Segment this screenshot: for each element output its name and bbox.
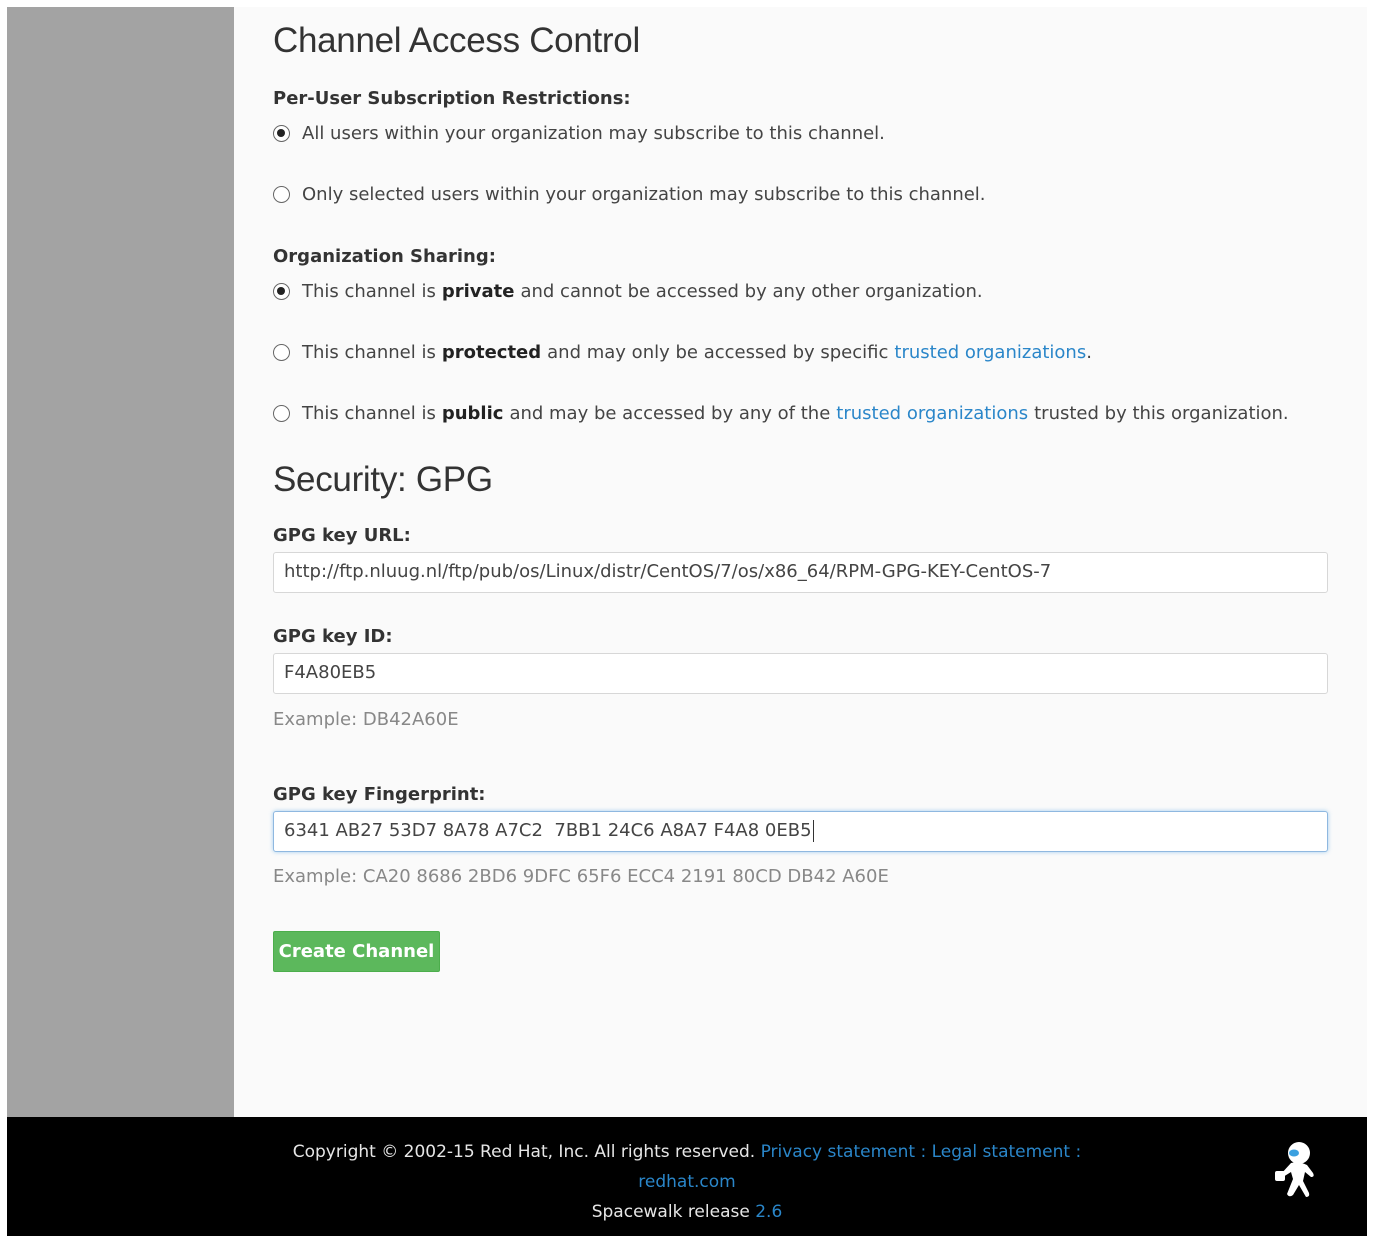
text-caret <box>812 820 814 842</box>
radio-public-suffix: trusted by this organization. <box>1034 403 1289 424</box>
radio-private-control[interactable] <box>273 283 290 300</box>
radio-protected-prefix: This channel is <box>302 342 436 363</box>
gpg-key-id-hint: Example: DB42A60E <box>273 709 459 730</box>
radio-public-control[interactable] <box>273 405 290 422</box>
create-channel-button[interactable]: Create Channel <box>273 931 440 972</box>
privacy-statement-link[interactable]: Privacy statement <box>761 1142 915 1162</box>
redhat-link[interactable]: redhat.com <box>638 1172 735 1192</box>
release-version-link[interactable]: 2.6 <box>755 1202 782 1222</box>
section-title-security: Security: GPG <box>273 460 493 499</box>
gpg-key-url-label: GPG key URL: <box>273 525 411 546</box>
gpg-fingerprint-hint: Example: CA20 8686 2BD6 9DFC 65F6 ECC4 2… <box>273 866 889 887</box>
radio-private-suffix: and cannot be accessed by any other orga… <box>520 281 983 302</box>
footer-separator: : <box>920 1142 927 1162</box>
radio-private-bold: private <box>441 281 515 302</box>
footer-copyright-line: Copyright © 2002-15 Red Hat, Inc. All ri… <box>7 1142 1367 1162</box>
legal-statement-link[interactable]: Legal statement <box>932 1142 1071 1162</box>
org-sharing-label: Organization Sharing: <box>273 246 496 267</box>
radio-public[interactable]: This channel is public and may be access… <box>273 403 1289 424</box>
radio-public-prefix: This channel is <box>302 403 436 424</box>
release-text: Spacewalk release <box>591 1202 750 1222</box>
radio-selected-users-control[interactable] <box>273 186 290 203</box>
gpg-key-url-input[interactable]: http://ftp.nluug.nl/ftp/pub/os/Linux/dis… <box>273 552 1328 593</box>
radio-public-middle: and may be accessed by any of the <box>509 403 831 424</box>
radio-selected-users-label: Only selected users within your organiza… <box>302 184 986 205</box>
footer-release-line: Spacewalk release 2.6 <box>7 1202 1367 1222</box>
per-user-label: Per-User Subscription Restrictions: <box>273 88 631 109</box>
footer-redhat-line: redhat.com <box>7 1172 1367 1192</box>
radio-all-users-control[interactable] <box>273 125 290 142</box>
radio-protected-control[interactable] <box>273 344 290 361</box>
gpg-fingerprint-label: GPG key Fingerprint: <box>273 784 486 805</box>
gpg-key-url-value: http://ftp.nluug.nl/ftp/pub/os/Linux/dis… <box>284 561 1052 582</box>
sidebar <box>7 7 234 1117</box>
radio-protected-suffix: . <box>1086 342 1092 363</box>
radio-private-prefix: This channel is <box>302 281 436 302</box>
radio-protected-middle: and may only be accessed by specific <box>547 342 889 363</box>
radio-private[interactable]: This channel is private and cannot be ac… <box>273 281 983 302</box>
footer: Copyright © 2002-15 Red Hat, Inc. All ri… <box>7 1117 1367 1236</box>
gpg-key-id-label: GPG key ID: <box>273 626 393 647</box>
main-content: Channel Access Control Per-User Subscrip… <box>234 7 1367 1117</box>
radio-all-users-label: All users within your organization may s… <box>302 123 885 144</box>
gpg-fingerprint-value: 6341 AB27 53D7 8A78 A7C2 7BB1 24C6 A8A7 … <box>284 820 812 841</box>
spacewalk-mascot-icon <box>1275 1142 1314 1197</box>
gpg-fingerprint-input[interactable]: 6341 AB27 53D7 8A78 A7C2 7BB1 24C6 A8A7 … <box>273 811 1328 852</box>
radio-all-users[interactable]: All users within your organization may s… <box>273 123 885 144</box>
gpg-key-id-value: F4A80EB5 <box>284 662 377 683</box>
radio-protected-bold: protected <box>441 342 542 363</box>
radio-protected[interactable]: This channel is protected and may only b… <box>273 342 1092 363</box>
page: Channel Access Control Per-User Subscrip… <box>7 7 1367 1236</box>
radio-selected-users[interactable]: Only selected users within your organiza… <box>273 184 986 205</box>
copyright-text: Copyright © 2002-15 Red Hat, Inc. All ri… <box>292 1142 756 1162</box>
footer-separator: : <box>1075 1142 1082 1162</box>
trusted-orgs-link-protected[interactable]: trusted organizations <box>894 342 1086 363</box>
gpg-key-id-input[interactable]: F4A80EB5 <box>273 653 1328 694</box>
trusted-orgs-link-public[interactable]: trusted organizations <box>836 403 1028 424</box>
section-title-access: Channel Access Control <box>273 21 640 60</box>
radio-public-bold: public <box>441 403 504 424</box>
